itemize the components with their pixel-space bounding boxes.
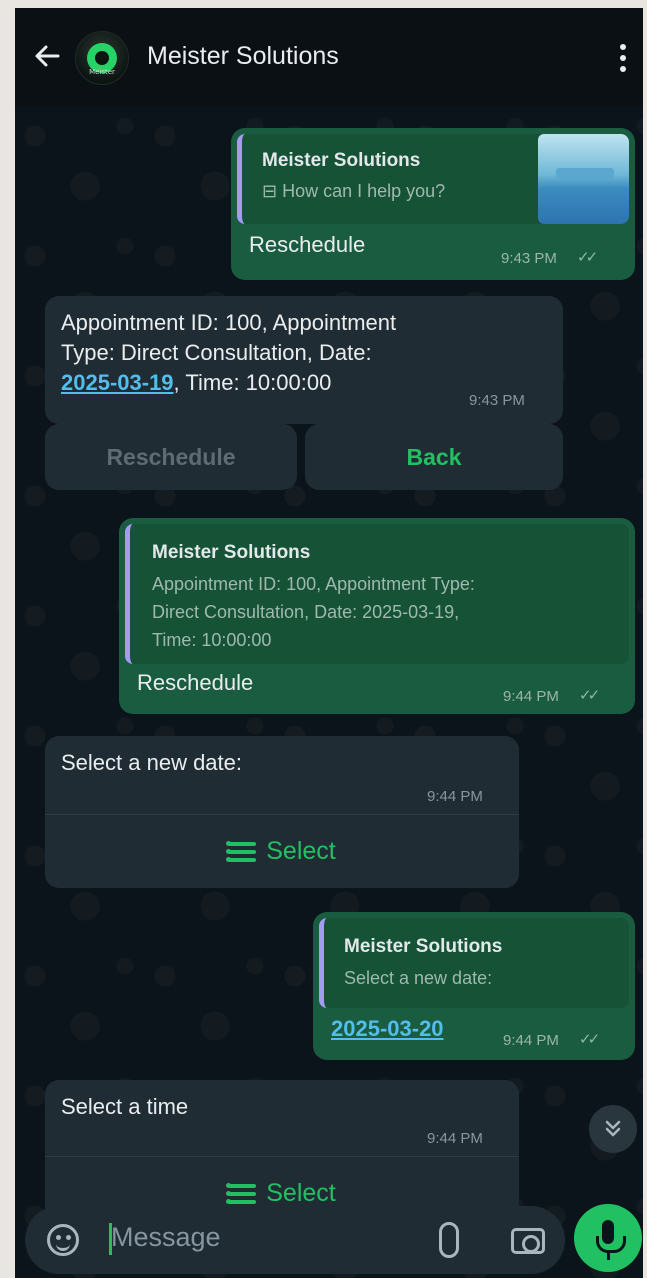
voice-record-button[interactable] [574, 1204, 642, 1272]
quoted-message[interactable]: Meister Solutions Appointment ID: 100, A… [125, 524, 629, 664]
quote-text: Select a new date: [344, 968, 493, 988]
message-bubble-outgoing[interactable]: Meister Solutions Appointment ID: 100, A… [119, 518, 635, 714]
avatar-logo-text: Meister [89, 68, 115, 76]
more-vert-icon[interactable] [611, 38, 635, 78]
message-input-bar: Message [25, 1206, 565, 1274]
back-button-reply[interactable]: Back [305, 424, 563, 490]
chat-title[interactable]: Meister Solutions [147, 42, 339, 71]
message-text: Reschedule [249, 232, 366, 257]
mic-icon [596, 1220, 626, 1260]
double-check-icon: ✓✓ [577, 249, 598, 266]
message-text-line: Type: Direct Consultation, Date: [61, 340, 372, 365]
double-check-icon: ✓✓ [579, 687, 600, 704]
message-bubble-outgoing[interactable]: Meister Solutions ⊟ How can I help you? … [231, 128, 635, 280]
list-icon [226, 1182, 257, 1206]
date-link[interactable]: 2025-03-20 [331, 1016, 444, 1042]
date-link[interactable]: 2025-03-19 [61, 370, 174, 395]
back-button[interactable] [29, 38, 65, 74]
avatar[interactable]: Meister [75, 31, 129, 85]
quote-text-line: Appointment ID: 100, Appointment Type: [152, 574, 475, 594]
reschedule-button[interactable]: Reschedule [45, 424, 297, 490]
select-button[interactable]: Select [45, 815, 519, 888]
quote-text-line: Time: 10:00:00 [152, 630, 272, 650]
message-time: 9:43 PM [501, 250, 557, 267]
scroll-down-icon[interactable] [589, 1105, 637, 1153]
back-arrow-icon [35, 45, 60, 67]
quote-sender: Meister Solutions [152, 542, 311, 563]
message-bubble-incoming[interactable]: Select a new date: 9:44 PM Select [45, 736, 519, 888]
select-label: Select [266, 1179, 336, 1207]
quote-sender: Meister Solutions [344, 936, 503, 957]
list-icon [226, 840, 257, 864]
message-bubble-incoming[interactable]: Appointment ID: 100, Appointment Type: D… [45, 296, 563, 424]
quote-sender: Meister Solutions [262, 150, 421, 171]
message-time: 9:44 PM [503, 1032, 559, 1049]
quote-text: ⊟ How can I help you? [262, 181, 446, 201]
camera-icon[interactable] [511, 1228, 545, 1254]
message-bubble-outgoing[interactable]: Meister Solutions Select a new date: 202… [313, 912, 635, 1060]
attach-icon[interactable] [439, 1222, 459, 1258]
message-text-rest: , Time: 10:00:00 [173, 370, 332, 395]
chat-screen: Meister Meister Solutions Meister Soluti… [15, 8, 643, 1278]
message-text: Reschedule [137, 670, 254, 695]
quote-text-line: Direct Consultation, Date: 2025-03-19, [152, 602, 460, 622]
quoted-message[interactable]: Meister Solutions ⊟ How can I help you? [237, 134, 629, 224]
message-text: Select a new date: [61, 750, 243, 775]
message-time: 9:44 PM [427, 1130, 483, 1147]
quote-thumbnail [538, 134, 629, 224]
message-time: 9:44 PM [503, 688, 559, 705]
message-text-line: 2025-03-19, Time: 10:00:00 [61, 370, 331, 396]
chat-header: Meister Meister Solutions [15, 8, 643, 106]
double-check-icon: ✓✓ [579, 1031, 600, 1048]
message-input[interactable]: Message [111, 1222, 221, 1253]
chevron-double-down-icon [605, 1120, 621, 1137]
message-time: 9:43 PM [469, 392, 525, 409]
message-text: Select a time [61, 1094, 189, 1119]
quoted-message[interactable]: Meister Solutions Select a new date: [319, 918, 629, 1008]
emoji-sticker-icon[interactable] [47, 1224, 79, 1256]
select-label: Select [266, 837, 336, 865]
message-text-line: Appointment ID: 100, Appointment [61, 310, 397, 335]
message-time: 9:44 PM [427, 788, 483, 805]
